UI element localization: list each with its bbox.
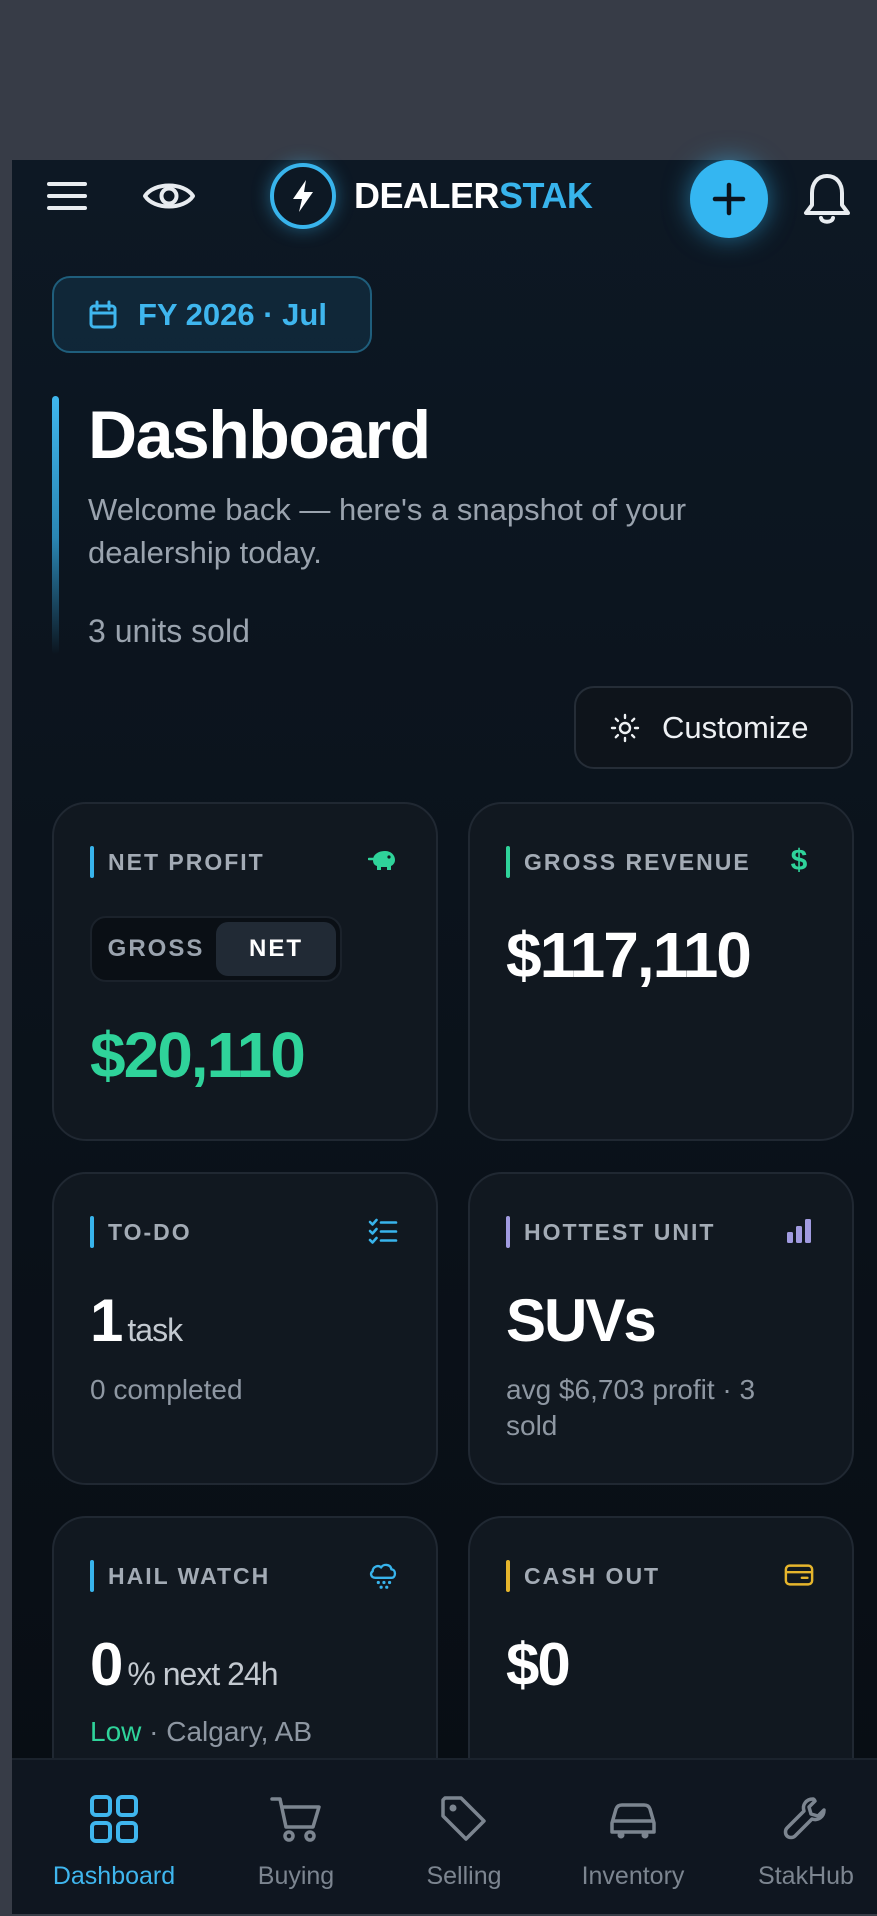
brand-name-part1: DEALER — [354, 175, 500, 216]
page-subtitle: Welcome back — here's a snapshot of your… — [88, 492, 687, 570]
hottest-unit-value: SUVs — [506, 1287, 657, 1354]
todo-completed: 0 completed — [90, 1374, 243, 1405]
car-icon — [606, 1792, 660, 1846]
todo-unit: task — [127, 1312, 183, 1348]
nav-item-stakhub[interactable]: StakHub — [716, 1760, 877, 1916]
hottest-unit-detail: avg $6,703 profit · 3 sold — [506, 1374, 756, 1441]
nav-item-buying[interactable]: Buying — [206, 1760, 386, 1916]
units-sold: 3 units sold — [88, 613, 250, 649]
lightning-icon — [293, 180, 313, 212]
brand-name-part2: STAK — [499, 175, 593, 216]
grid-icon — [89, 1792, 139, 1846]
hail-watch-value: 0% next 24h — [90, 1630, 278, 1699]
toggle-gross-option[interactable]: GROSS — [96, 922, 216, 976]
hail-chance-unit: % next 24h — [127, 1656, 278, 1692]
hail-chance: 0 — [90, 1631, 123, 1698]
menu-button[interactable] — [42, 170, 92, 222]
cash-out-value: $0 — [506, 1631, 571, 1698]
toggle-net-option[interactable]: NET — [216, 922, 336, 976]
hail-location: · Calgary, AB — [141, 1716, 313, 1747]
wallet-icon — [784, 1560, 814, 1590]
bottom-navigation: Dashboard Buying Selling Inventory StakH… — [12, 1758, 877, 1914]
customize-label: Customize — [662, 709, 809, 745]
net-profit-card[interactable]: NET PROFIT GROSS NET $20,110 — [52, 802, 438, 1141]
dollar-icon: $ — [790, 844, 808, 877]
hail-risk-level: Low — [90, 1716, 142, 1747]
period-label: FY 2026 · Jul — [138, 296, 327, 332]
bell-icon — [804, 174, 850, 224]
brand-logo[interactable]: DEALERSTAK — [270, 163, 593, 229]
hottest-unit-card[interactable]: HOTTEST UNIT SUVs avg $6,703 profit · 3 … — [468, 1172, 854, 1485]
net-profit-value: $20,110 — [90, 1019, 306, 1091]
visibility-toggle-button[interactable] — [138, 168, 200, 224]
period-selector[interactable]: FY 2026 · Jul — [52, 276, 372, 353]
brand-name: DEALERSTAK — [354, 175, 593, 217]
nav-item-selling[interactable]: Selling — [374, 1760, 554, 1916]
sun-icon — [610, 713, 640, 742]
customize-button[interactable]: Customize — [574, 686, 853, 769]
lightning-logo-mark — [270, 163, 336, 229]
add-button[interactable] — [690, 160, 768, 238]
title-accent-bar — [52, 396, 59, 654]
nav-label-selling: Selling — [426, 1862, 502, 1890]
cart-icon — [269, 1792, 323, 1846]
nav-item-dashboard[interactable]: Dashboard — [24, 1760, 204, 1916]
gross-revenue-value: $117,110 — [506, 919, 752, 991]
nav-label-dashboard: Dashboard — [52, 1862, 176, 1890]
todo-value: 1 task — [90, 1286, 183, 1355]
hail-watch-detail: Low · Calgary, AB — [90, 1714, 312, 1750]
todo-count: 1 — [90, 1287, 123, 1354]
plus-icon — [712, 182, 746, 216]
net-profit-label: NET PROFIT — [90, 846, 265, 878]
calendar-icon — [89, 300, 117, 328]
bar-chart-icon — [784, 1216, 814, 1246]
nav-label-stakhub: StakHub — [758, 1862, 854, 1890]
hottest-unit-label: HOTTEST UNIT — [506, 1216, 715, 1248]
checklist-icon — [368, 1216, 398, 1246]
tag-icon — [439, 1792, 489, 1846]
page-title: Dashboard — [88, 397, 431, 473]
piggy-bank-icon — [368, 846, 398, 876]
todo-label: TO-DO — [90, 1216, 192, 1248]
menu-icon — [47, 182, 87, 210]
cash-out-label: CASH OUT — [506, 1560, 660, 1592]
notifications-button[interactable] — [796, 168, 858, 230]
todo-card[interactable]: TO-DO 1 task 0 completed — [52, 1172, 438, 1485]
cloud-hail-icon — [368, 1560, 398, 1590]
gross-net-toggle[interactable]: GROSS NET — [90, 916, 342, 982]
wrench-icon — [782, 1792, 830, 1846]
nav-item-inventory[interactable]: Inventory — [543, 1760, 723, 1916]
hail-watch-label: HAIL WATCH — [90, 1560, 270, 1592]
eye-icon — [143, 183, 195, 209]
nav-label-inventory: Inventory — [581, 1862, 685, 1890]
gross-revenue-card[interactable]: GROSS REVENUE $ $117,110 — [468, 802, 854, 1141]
gross-revenue-label: GROSS REVENUE — [506, 846, 751, 878]
nav-label-buying: Buying — [257, 1862, 335, 1890]
